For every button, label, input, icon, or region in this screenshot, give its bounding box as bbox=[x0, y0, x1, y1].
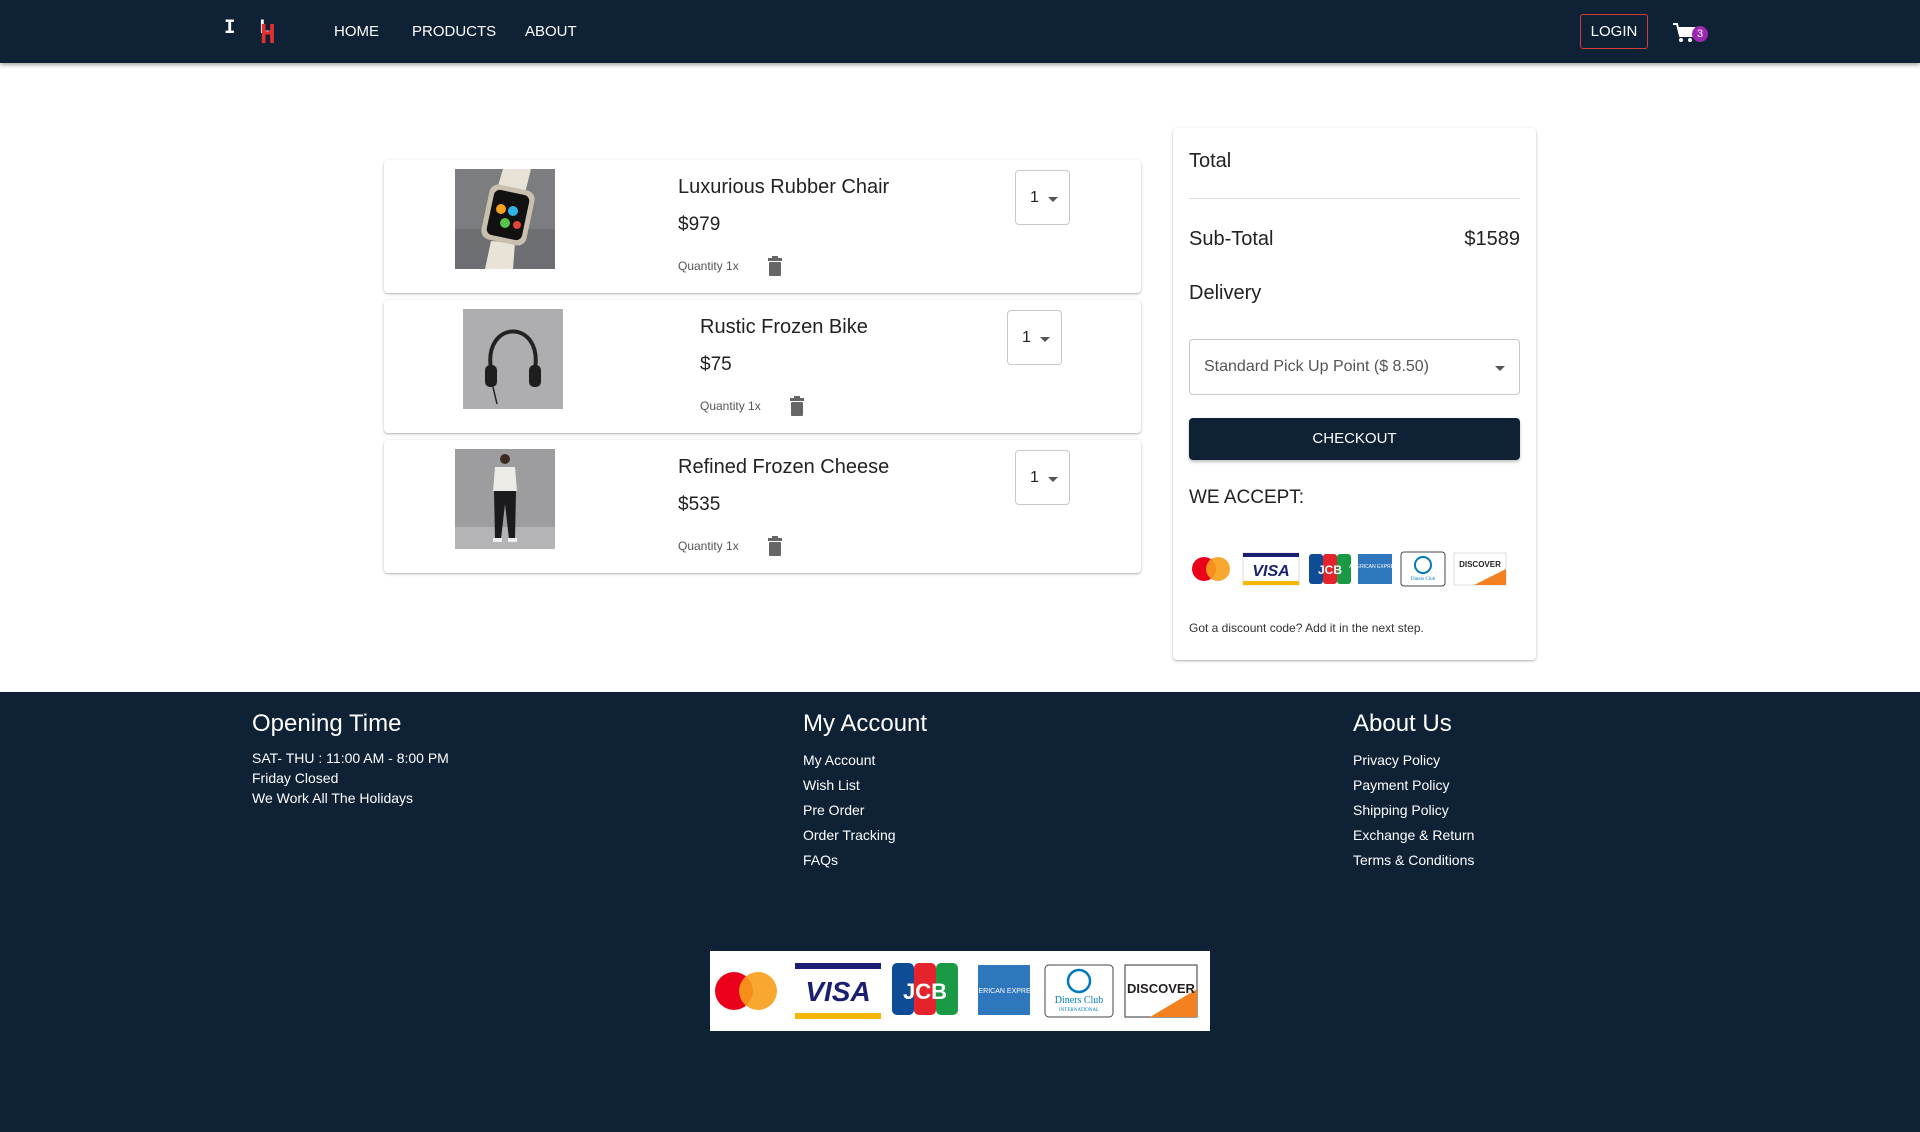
discover-icon: DISCOVER bbox=[1453, 552, 1507, 586]
checkout-button[interactable]: CHECKOUT bbox=[1189, 418, 1520, 460]
footer-my-account: My Account My Account Wish List Pre Orde… bbox=[803, 710, 927, 873]
opening-line: SAT- THU : 11:00 AM - 8:00 PM bbox=[252, 750, 449, 766]
payment-methods-banner: VISA JCB AMERICAN EXPRESS Diners Club IN… bbox=[710, 951, 1210, 1031]
footer-heading: About Us bbox=[1353, 710, 1452, 737]
product-price: $535 bbox=[678, 494, 721, 515]
footer-link-faqs[interactable]: FAQs bbox=[803, 848, 927, 873]
svg-text:VISA: VISA bbox=[805, 976, 870, 1007]
quantity-select-value: 1 bbox=[1030, 469, 1039, 486]
discover-icon: DISCOVER bbox=[1124, 964, 1198, 1018]
cart-count-badge: 3 bbox=[1692, 26, 1708, 42]
dropdown-caret-icon bbox=[1048, 477, 1058, 482]
delete-item-button[interactable] bbox=[789, 396, 805, 416]
diners-club-icon: Diners Club INTERNATIONAL bbox=[1044, 964, 1114, 1018]
mastercard-icon bbox=[715, 972, 777, 1010]
delete-item-button[interactable] bbox=[767, 536, 783, 556]
visa-icon: VISA bbox=[1242, 552, 1300, 586]
footer-link-shipping-policy[interactable]: Shipping Policy bbox=[1353, 798, 1474, 823]
quantity-select[interactable]: 1 bbox=[1015, 170, 1070, 225]
footer-opening-time: Opening Time SAT- THU : 11:00 AM - 8:00 … bbox=[252, 710, 449, 808]
opening-line: We Work All The Holidays bbox=[252, 790, 414, 806]
visa-icon: VISA bbox=[795, 963, 881, 1019]
footer-link-order-tracking[interactable]: Order Tracking bbox=[803, 823, 927, 848]
cart-item: Luxurious Rubber Chair $979 Quantity 1x … bbox=[384, 160, 1141, 293]
svg-text:JCB: JCB bbox=[903, 979, 947, 1004]
logo-text-part-2: H bbox=[260, 20, 276, 50]
product-name[interactable]: Rustic Frozen Bike bbox=[700, 316, 868, 339]
payment-methods-small: VISA JCB AMERICAN EXPRESS Diners Club DI bbox=[1189, 549, 1520, 589]
site-footer: Opening Time SAT- THU : 11:00 AM - 8:00 … bbox=[0, 692, 1920, 1132]
jcb-icon: JCB bbox=[1309, 554, 1351, 584]
summary-divider bbox=[1189, 198, 1520, 199]
quantity-select[interactable]: 1 bbox=[1007, 310, 1062, 365]
svg-text:Diners Club: Diners Club bbox=[1055, 995, 1104, 1006]
svg-text:Diners Club: Diners Club bbox=[1411, 577, 1436, 582]
footer-link-wish-list[interactable]: Wish List bbox=[803, 773, 927, 798]
product-image-smartwatch bbox=[455, 169, 555, 269]
product-name[interactable]: Luxurious Rubber Chair bbox=[678, 176, 889, 199]
footer-link-exchange-return[interactable]: Exchange & Return bbox=[1353, 823, 1474, 848]
footer-link-my-account[interactable]: My Account bbox=[803, 748, 927, 773]
footer-link-privacy-policy[interactable]: Privacy Policy bbox=[1353, 748, 1474, 773]
product-price: $75 bbox=[700, 354, 732, 375]
summary-title: Total bbox=[1189, 150, 1232, 172]
product-image-person bbox=[455, 449, 555, 549]
dropdown-caret-icon bbox=[1048, 197, 1058, 202]
trash-icon bbox=[768, 536, 782, 556]
subtotal-label: Sub-Total bbox=[1189, 228, 1274, 250]
subtotal-value: $1589 bbox=[1464, 228, 1520, 250]
svg-text:AMERICAN EXPRESS: AMERICAN EXPRESS bbox=[1349, 564, 1401, 570]
trash-icon bbox=[790, 396, 804, 416]
nav-products[interactable]: PRODUCTS bbox=[412, 23, 496, 40]
delivery-select[interactable]: Standard Pick Up Point ($ 8.50) bbox=[1189, 339, 1520, 395]
login-button[interactable]: LOGIN bbox=[1580, 14, 1648, 49]
svg-text:VISA: VISA bbox=[1252, 563, 1289, 580]
we-accept-label: WE ACCEPT: bbox=[1189, 487, 1305, 508]
footer-link-pre-order[interactable]: Pre Order bbox=[803, 798, 927, 823]
amex-icon: AMERICAN EXPRESS bbox=[1349, 554, 1401, 584]
product-price: $979 bbox=[678, 214, 721, 235]
delivery-select-value: Standard Pick Up Point ($ 8.50) bbox=[1204, 358, 1430, 375]
jcb-icon: JCB bbox=[892, 963, 958, 1015]
top-navbar: I L H HOME PRODUCTS ABOUT LOGIN 3 bbox=[0, 0, 1920, 63]
product-image-headphones bbox=[463, 309, 563, 409]
svg-text:DISCOVER: DISCOVER bbox=[1127, 981, 1196, 996]
footer-heading: My Account bbox=[803, 710, 928, 737]
footer-link-payment-policy[interactable]: Payment Policy bbox=[1353, 773, 1474, 798]
quantity-text: Quantity 1x bbox=[678, 259, 739, 273]
quantity-select-value: 1 bbox=[1022, 329, 1031, 346]
svg-text:DISCOVER: DISCOVER bbox=[1459, 560, 1501, 569]
svg-text:INTERNATIONAL: INTERNATIONAL bbox=[1059, 1008, 1099, 1013]
quantity-text: Quantity 1x bbox=[700, 399, 761, 413]
dropdown-caret-icon bbox=[1495, 366, 1505, 371]
delivery-label: Delivery bbox=[1189, 282, 1262, 304]
cart-button[interactable]: 3 bbox=[1672, 20, 1712, 48]
footer-link-terms-conditions[interactable]: Terms & Conditions bbox=[1353, 848, 1474, 873]
order-summary-card: Total Sub-Total $1589 Delivery Standard … bbox=[1173, 128, 1536, 660]
amex-icon: AMERICAN EXPRESS bbox=[968, 965, 1040, 1015]
product-name[interactable]: Refined Frozen Cheese bbox=[678, 456, 889, 479]
cart-item: Refined Frozen Cheese $535 Quantity 1x 1 bbox=[384, 440, 1141, 573]
quantity-text: Quantity 1x bbox=[678, 539, 739, 553]
discount-hint: Got a discount code? Add it in the next … bbox=[1189, 621, 1424, 635]
delete-item-button[interactable] bbox=[767, 256, 783, 276]
nav-about[interactable]: ABOUT bbox=[525, 23, 577, 40]
site-logo[interactable]: I L H bbox=[224, 14, 284, 50]
quantity-select[interactable]: 1 bbox=[1015, 450, 1070, 505]
quantity-select-value: 1 bbox=[1030, 189, 1039, 206]
mastercard-icon bbox=[1192, 557, 1230, 581]
opening-line: Friday Closed bbox=[252, 770, 339, 786]
trash-icon bbox=[768, 256, 782, 276]
svg-text:JCB: JCB bbox=[1318, 563, 1342, 577]
footer-about-us: About Us Privacy Policy Payment Policy S… bbox=[1353, 710, 1474, 873]
cart-item: Rustic Frozen Bike $75 Quantity 1x 1 bbox=[384, 300, 1141, 433]
diners-club-icon: Diners Club bbox=[1400, 551, 1446, 587]
svg-text:AMERICAN EXPRESS: AMERICAN EXPRESS bbox=[968, 988, 1040, 995]
nav-home[interactable]: HOME bbox=[334, 23, 379, 40]
footer-heading: Opening Time bbox=[252, 710, 402, 737]
dropdown-caret-icon bbox=[1040, 337, 1050, 342]
